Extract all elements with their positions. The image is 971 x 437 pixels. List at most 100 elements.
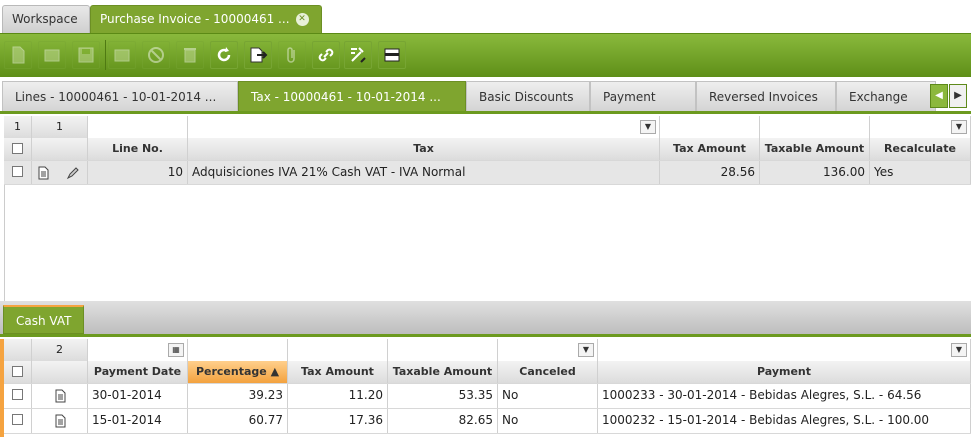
header-cash-tax-amount[interactable]: Tax Amount: [288, 361, 388, 383]
row-checkbox[interactable]: [4, 161, 32, 184]
tab-reversed-invoices-label: Reversed Invoices: [709, 90, 818, 104]
attach-button[interactable]: [278, 41, 306, 69]
tab-payment-plan[interactable]: Payment Plan: [590, 81, 696, 134]
header-taxable-amount[interactable]: Taxable Amount: [760, 138, 870, 160]
export-icon: [250, 47, 268, 63]
tools-button[interactable]: [344, 41, 372, 69]
cell-line-no: 10: [88, 161, 188, 184]
document-icon[interactable]: [53, 389, 67, 403]
header-actions: [32, 138, 88, 160]
cell-taxable-amount: 53.35: [388, 384, 498, 408]
trash-icon: [184, 48, 196, 63]
filter-recalculate[interactable]: ▼: [870, 116, 971, 138]
tax-grid-empty-area: [4, 185, 971, 302]
filter-percentage[interactable]: [188, 339, 288, 361]
cash-header-actions: [32, 361, 88, 383]
cash-select-all-checkbox[interactable]: [4, 361, 32, 383]
table-row[interactable]: 15-01-2014 60.77 17.36 82.65 No 1000232 …: [4, 409, 971, 434]
tab-workspace[interactable]: Workspace: [2, 5, 90, 33]
tab-purchase-invoice[interactable]: Purchase Invoice - 10000461 ... ✕: [90, 5, 322, 33]
cell-payment: 1000233 - 30-01-2014 - Bebidas Alegres, …: [598, 384, 971, 408]
document-icon[interactable]: [36, 166, 50, 180]
link-button[interactable]: [312, 41, 340, 69]
cell-payment-date: 30-01-2014: [88, 384, 188, 408]
tax-count-left: 1: [4, 116, 32, 138]
header-tax-amount[interactable]: Tax Amount: [660, 138, 760, 160]
tab-purchase-invoice-label: Purchase Invoice - 10000461 ...: [100, 12, 290, 26]
edit-icon[interactable]: [66, 166, 80, 180]
toolbar: [0, 33, 971, 77]
tab-cash-vat-label: Cash VAT: [16, 314, 72, 328]
header-tax[interactable]: Tax: [188, 138, 660, 160]
row-checkbox[interactable]: [4, 409, 32, 433]
close-icon[interactable]: ✕: [295, 13, 309, 26]
tab-workspace-label: Workspace: [12, 12, 78, 26]
window-tab-bar: Workspace Purchase Invoice - 10000461 ..…: [0, 0, 971, 33]
filter-line-no[interactable]: [88, 116, 188, 138]
select-all-checkbox[interactable]: [4, 138, 32, 160]
paperclip-icon: [287, 47, 295, 63]
tab-basic-discounts[interactable]: Basic Discounts: [466, 81, 590, 111]
row-actions: [32, 384, 88, 408]
refresh-button[interactable]: [210, 41, 238, 69]
filter-tax-amount[interactable]: [660, 116, 760, 138]
filter-cash-taxable-amount[interactable]: [388, 339, 498, 361]
save-icon: [78, 47, 94, 63]
header-payment[interactable]: Payment: [598, 361, 971, 383]
chevron-down-icon[interactable]: ▼: [951, 120, 967, 134]
delete-row-icon: [114, 49, 130, 62]
tab-tax-label: Tax - 10000461 - 10-01-2014 ...: [251, 90, 441, 104]
header-cash-taxable-amount[interactable]: Taxable Amount: [388, 361, 498, 383]
cell-recalculate: Yes: [870, 161, 971, 184]
table-row[interactable]: 30-01-2014 39.23 11.20 53.35 No 1000233 …: [4, 384, 971, 409]
export-button[interactable]: [244, 41, 272, 69]
tab-scroll-left-icon[interactable]: ◀: [930, 84, 948, 108]
cell-tax-amount: 28.56: [660, 161, 760, 184]
tab-tax[interactable]: Tax - 10000461 - 10-01-2014 ...: [238, 81, 466, 111]
cell-canceled: No: [498, 384, 598, 408]
cell-tax: Adquisiciones IVA 21% Cash VAT - IVA Nor…: [188, 161, 660, 184]
cell-percentage: 39.23: [188, 384, 288, 408]
tab-lines-label: Lines - 10000461 - 10-01-2014 ...: [15, 90, 217, 104]
row-actions: [32, 161, 88, 184]
cell-percentage: 60.77: [188, 409, 288, 433]
tab-basic-discounts-label: Basic Discounts: [479, 90, 574, 104]
sub-tab-bar: Lines - 10000461 - 10-01-2014 ... Tax - …: [0, 80, 971, 134]
layout-button[interactable]: [378, 41, 406, 69]
new-row-button[interactable]: [38, 41, 66, 69]
save-button[interactable]: [72, 41, 100, 69]
calendar-icon[interactable]: ▦: [168, 343, 184, 357]
filter-taxable-amount[interactable]: [760, 116, 870, 138]
tab-lines[interactable]: Lines - 10000461 - 10-01-2014 ...: [2, 81, 238, 111]
chevron-down-icon[interactable]: ▼: [951, 343, 967, 357]
filter-cash-tax-amount[interactable]: [288, 339, 388, 361]
delete-row-button[interactable]: [108, 41, 136, 69]
tab-cash-vat[interactable]: Cash VAT: [3, 305, 85, 334]
chevron-down-icon[interactable]: ▼: [578, 343, 594, 357]
undo-button[interactable]: [142, 41, 170, 69]
new-row-icon: [44, 49, 60, 62]
cash-count: 2: [32, 339, 88, 361]
header-percentage[interactable]: Percentage ▲: [188, 361, 288, 383]
table-row[interactable]: 10 Adquisiciones IVA 21% Cash VAT - IVA …: [4, 161, 971, 185]
document-icon[interactable]: [53, 414, 67, 428]
header-payment-date[interactable]: Payment Date: [88, 361, 188, 383]
header-canceled[interactable]: Canceled: [498, 361, 598, 383]
section-splitter[interactable]: [0, 301, 971, 335]
delete-button[interactable]: [176, 41, 204, 69]
header-line-no[interactable]: Line No.: [88, 138, 188, 160]
tab-reversed-invoices[interactable]: Reversed Invoices: [696, 81, 836, 111]
filter-tax[interactable]: ▼: [188, 116, 660, 138]
header-percentage-label: Percentage: [195, 365, 267, 378]
filter-payment-date[interactable]: ▦: [88, 339, 188, 361]
header-recalculate[interactable]: Recalculate: [870, 138, 971, 160]
new-document-button[interactable]: [4, 41, 32, 69]
chevron-down-icon[interactable]: ▼: [640, 120, 656, 134]
link-icon: [318, 48, 334, 62]
filter-canceled[interactable]: ▼: [498, 339, 598, 361]
tab-exchange-rates[interactable]: Exchange rat: [836, 81, 936, 134]
cell-taxable-amount: 82.65: [388, 409, 498, 433]
row-checkbox[interactable]: [4, 384, 32, 408]
tab-scroll-right-icon[interactable]: ▶: [949, 84, 967, 108]
filter-payment[interactable]: ▼: [598, 339, 971, 361]
